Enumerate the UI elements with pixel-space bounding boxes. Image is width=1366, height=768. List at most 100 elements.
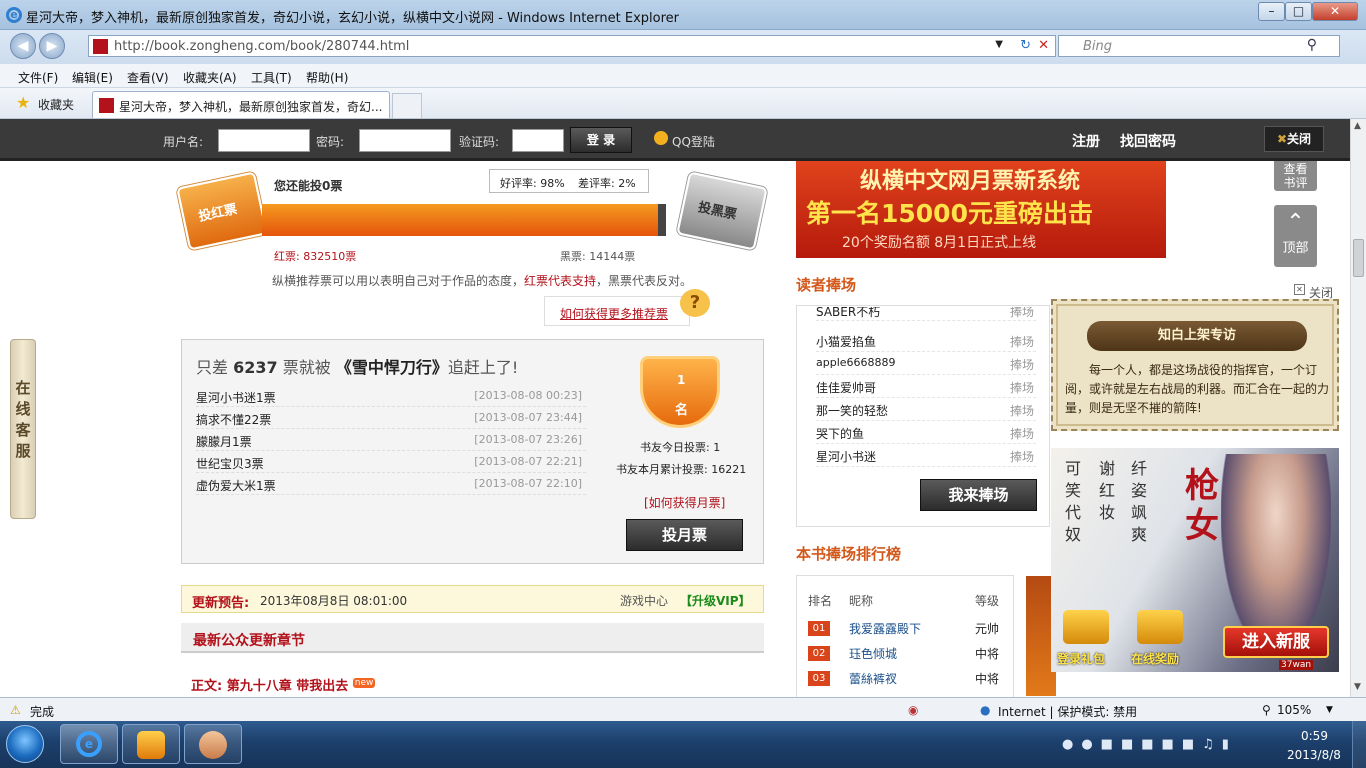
monthly-banner[interactable]: 纵横中文网月票新系统 第一名15000元重磅出击 20个奖励名额 8月1日正式上…	[796, 161, 1166, 258]
vote-bar-track	[262, 204, 666, 236]
tab-active[interactable]: 星河大帝，梦入神机，最新原创独家首发，奇幻...	[92, 91, 390, 118]
fan-name[interactable]: apple6668889	[816, 356, 896, 369]
username-input[interactable]	[218, 129, 310, 152]
forward-button[interactable]: ▶	[39, 33, 65, 59]
voter: 世纪宝贝3票	[196, 457, 264, 471]
close-box-icon[interactable]: ✕	[1294, 284, 1305, 295]
back-button[interactable]: ◀	[10, 33, 36, 59]
up-chevron-icon: ⌃	[1286, 210, 1305, 235]
show-desktop-button[interactable]	[1352, 721, 1366, 768]
chapters-header: 最新公众更新章节	[181, 623, 764, 653]
headline-b: 票就被	[282, 358, 331, 377]
menu-help[interactable]: 帮助(H)	[306, 69, 348, 86]
banner-line2: 第一名15000元重磅出击	[806, 199, 1093, 228]
menu-bar: 文件(F) 编辑(E) 查看(V) 收藏夹(A) 工具(T) 帮助(H)	[0, 64, 1366, 88]
favorites-star-icon[interactable]: ★	[16, 93, 30, 112]
red-vote-button[interactable]: 投红票	[176, 171, 268, 251]
scroll-down-icon[interactable]: ▼	[1354, 682, 1361, 692]
fan-name[interactable]: 星河小书迷	[816, 448, 876, 465]
red-vote-label: 投红票	[197, 202, 239, 225]
voter: 星河小书迷1票	[196, 391, 276, 405]
monthly-vote-button[interactable]: 投月票	[626, 519, 743, 551]
vote-record-row: 世纪宝贝3票 [2013-08-07 22:21]	[196, 451, 586, 473]
ranking-row: 02 珏色倾城 中将	[806, 643, 1006, 668]
clock-time[interactable]: 0:59	[1301, 729, 1328, 743]
login-button[interactable]: 登 录	[570, 127, 632, 153]
interview-popup[interactable]: 知白上架专访 每一个人，都是这场战役的指挥官，一个订阅，或许就是左右战局的利器。…	[1051, 299, 1339, 431]
refresh-icon[interactable]: ↻	[1020, 38, 1031, 53]
fan-action: 捧场	[1010, 404, 1035, 418]
menu-edit[interactable]: 编辑(E)	[72, 69, 113, 86]
vip-upgrade-link[interactable]: 【升级VIP】	[680, 592, 751, 609]
popup-blocker-icon[interactable]: ◉	[908, 703, 918, 717]
status-warning-icon: ⚠	[10, 703, 21, 717]
security-zone[interactable]: Internet | 保护模式: 禁用	[998, 703, 1137, 720]
fan-name[interactable]: 小猫爱掐鱼	[816, 333, 876, 350]
scroll-up-icon[interactable]: ▲	[1354, 121, 1361, 131]
more-votes-link[interactable]: 如何获得更多推荐票	[560, 305, 668, 322]
zoom-icon[interactable]: ⚲	[1262, 703, 1271, 717]
vote-date: [2013-08-07 22:21]	[474, 455, 582, 468]
close-window-button[interactable]: ✕	[1312, 2, 1358, 21]
qq-login-link[interactable]: QQ登陆	[672, 133, 715, 150]
headline-c: 追赶上了!	[447, 358, 519, 377]
vote-explain-red: 红票代表支持	[524, 274, 597, 288]
username-label: 用户名:	[163, 135, 204, 149]
page-scrollbar[interactable]: ▲ ▼	[1350, 119, 1366, 697]
how-monthly-link[interactable]: [如何获得月票]	[644, 494, 725, 511]
taskbar-game-button[interactable]	[122, 724, 180, 764]
back-to-top-button[interactable]: ⌃ 顶部	[1274, 205, 1317, 267]
recover-password-link[interactable]: 找回密码	[1120, 131, 1176, 151]
taskbar-ie-button[interactable]: e	[60, 724, 118, 764]
game-ad[interactable]: 可笑代奴 谢红妆 纤姿飒爽 枪女 登录礼包 在线奖励 进入新服 37wan	[1051, 448, 1339, 672]
menu-file[interactable]: 文件(F)	[18, 69, 58, 86]
favorites-button[interactable]: 收藏夹	[38, 96, 74, 113]
zoom-dropdown-icon[interactable]: ▼	[1326, 705, 1333, 715]
fan-action: 捧场	[1010, 427, 1035, 441]
dropdown-arrow-icon[interactable]: ▼	[995, 39, 1003, 50]
address-field[interactable]: http://book.zongheng.com/book/280744.htm…	[88, 35, 1056, 57]
start-orb-icon[interactable]	[6, 725, 44, 763]
enter-server-button[interactable]: 进入新服	[1223, 626, 1329, 658]
fan-name[interactable]: SABER不朽	[816, 307, 880, 320]
menu-favorites[interactable]: 收藏夹(A)	[183, 69, 237, 86]
support-button[interactable]: 我来捧场	[920, 479, 1037, 511]
new-tab-button[interactable]	[392, 93, 422, 118]
fan-row: 那一笑的轻愁 捧场	[816, 398, 1036, 421]
black-vote-button[interactable]: 投黑票	[676, 171, 768, 251]
red-vote-count: 红票: 832510票	[274, 250, 357, 263]
register-link[interactable]: 注册	[1072, 131, 1100, 151]
rank-name[interactable]: 珏色倾城	[849, 645, 897, 662]
minimize-button[interactable]: –	[1258, 2, 1285, 21]
headline-target[interactable]: 《雪中悍刀行》	[336, 358, 448, 377]
tray-icons[interactable]: ●●■■■■■♫▮	[1062, 737, 1237, 752]
zoom-level[interactable]: 105%	[1277, 703, 1311, 717]
rank-name[interactable]: 我爱露露殿下	[849, 620, 921, 637]
close-login-button[interactable]: ✖关闭	[1264, 126, 1324, 152]
captcha-label: 验证码:	[459, 135, 500, 149]
clock-date[interactable]: 2013/8/8	[1287, 748, 1341, 762]
more-votes-box: 如何获得更多推荐票	[544, 296, 690, 326]
fan-name[interactable]: 那一笑的轻愁	[816, 402, 888, 419]
maximize-button[interactable]: □	[1285, 2, 1312, 21]
game-center-link[interactable]: 游戏中心	[620, 592, 668, 609]
chapter-link[interactable]: 第九十八章 带我出去	[227, 679, 349, 694]
search-box[interactable]: Bing ⚲	[1058, 35, 1340, 57]
view-reviews-button[interactable]: 查看书评	[1274, 161, 1317, 191]
ranking-header-rank: 排名	[808, 594, 833, 608]
taskbar-users-button[interactable]	[184, 724, 242, 764]
scroll-thumb[interactable]	[1353, 239, 1364, 277]
menu-view[interactable]: 查看(V)	[127, 69, 169, 86]
menu-tools[interactable]: 工具(T)	[251, 69, 292, 86]
online-service-widget[interactable]: 在线客服	[10, 339, 36, 519]
stop-icon[interactable]: ✕	[1038, 38, 1049, 53]
captcha-input[interactable]	[512, 129, 564, 152]
rank-unit: 名	[675, 403, 689, 418]
fan-name[interactable]: 哭下的鱼	[816, 425, 864, 442]
voter: 朦朦月1票	[196, 435, 252, 449]
password-input[interactable]	[359, 129, 451, 152]
rank-name[interactable]: 蕾絲裤衩	[849, 670, 897, 687]
fan-name[interactable]: 佳佳爱帅哥	[816, 379, 876, 396]
search-icon[interactable]: ⚲	[1307, 37, 1317, 53]
headline-gap: 6237	[233, 358, 278, 377]
